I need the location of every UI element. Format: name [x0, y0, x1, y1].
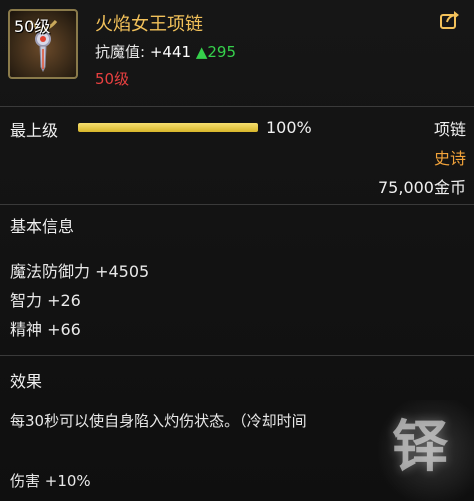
necklace-icon[interactable]: 50级 [8, 9, 78, 79]
level-label: 最上级 [10, 121, 59, 140]
level-progress-fill [78, 123, 258, 132]
divider [0, 106, 474, 107]
level-progress-bar [78, 123, 258, 132]
watermark-logo: 铎 [392, 415, 448, 480]
effect-description: 每30秒可以使自身陷入灼伤状态。（冷却时间 [10, 412, 307, 430]
resistance-increase: ▲295 [195, 43, 236, 61]
effect-title: 效果 [10, 372, 43, 391]
resistance-stat: 抗魔值: +441 ▲295 [95, 41, 236, 62]
divider [0, 355, 474, 356]
stat-intelligence: 智力 +26 [10, 291, 81, 310]
share-icon[interactable] [438, 10, 462, 32]
stat-magic-defense: 魔法防御力 +4505 [10, 262, 150, 281]
level-percent: 100% [266, 118, 312, 137]
item-type: 项链 [433, 120, 466, 139]
required-level: 50级 [95, 70, 130, 88]
effect-damage: 伤害 +10% [10, 472, 91, 490]
resistance-value: +441 [149, 43, 192, 61]
stat-spirit: 精神 +66 [10, 320, 81, 339]
resistance-label: 抗魔值: [95, 43, 146, 61]
item-rarity: 史诗 [433, 149, 466, 168]
item-tooltip-panel: 50级 火焰女王项链 抗魔值: +441 ▲295 50级 最上级 100% 项… [0, 0, 474, 501]
item-icon-level: 50级 [14, 17, 51, 36]
item-price: 75,000金币 [378, 178, 466, 197]
item-name: 火焰女王项链 [95, 14, 203, 35]
divider [0, 204, 474, 205]
basic-info-title: 基本信息 [10, 217, 75, 236]
